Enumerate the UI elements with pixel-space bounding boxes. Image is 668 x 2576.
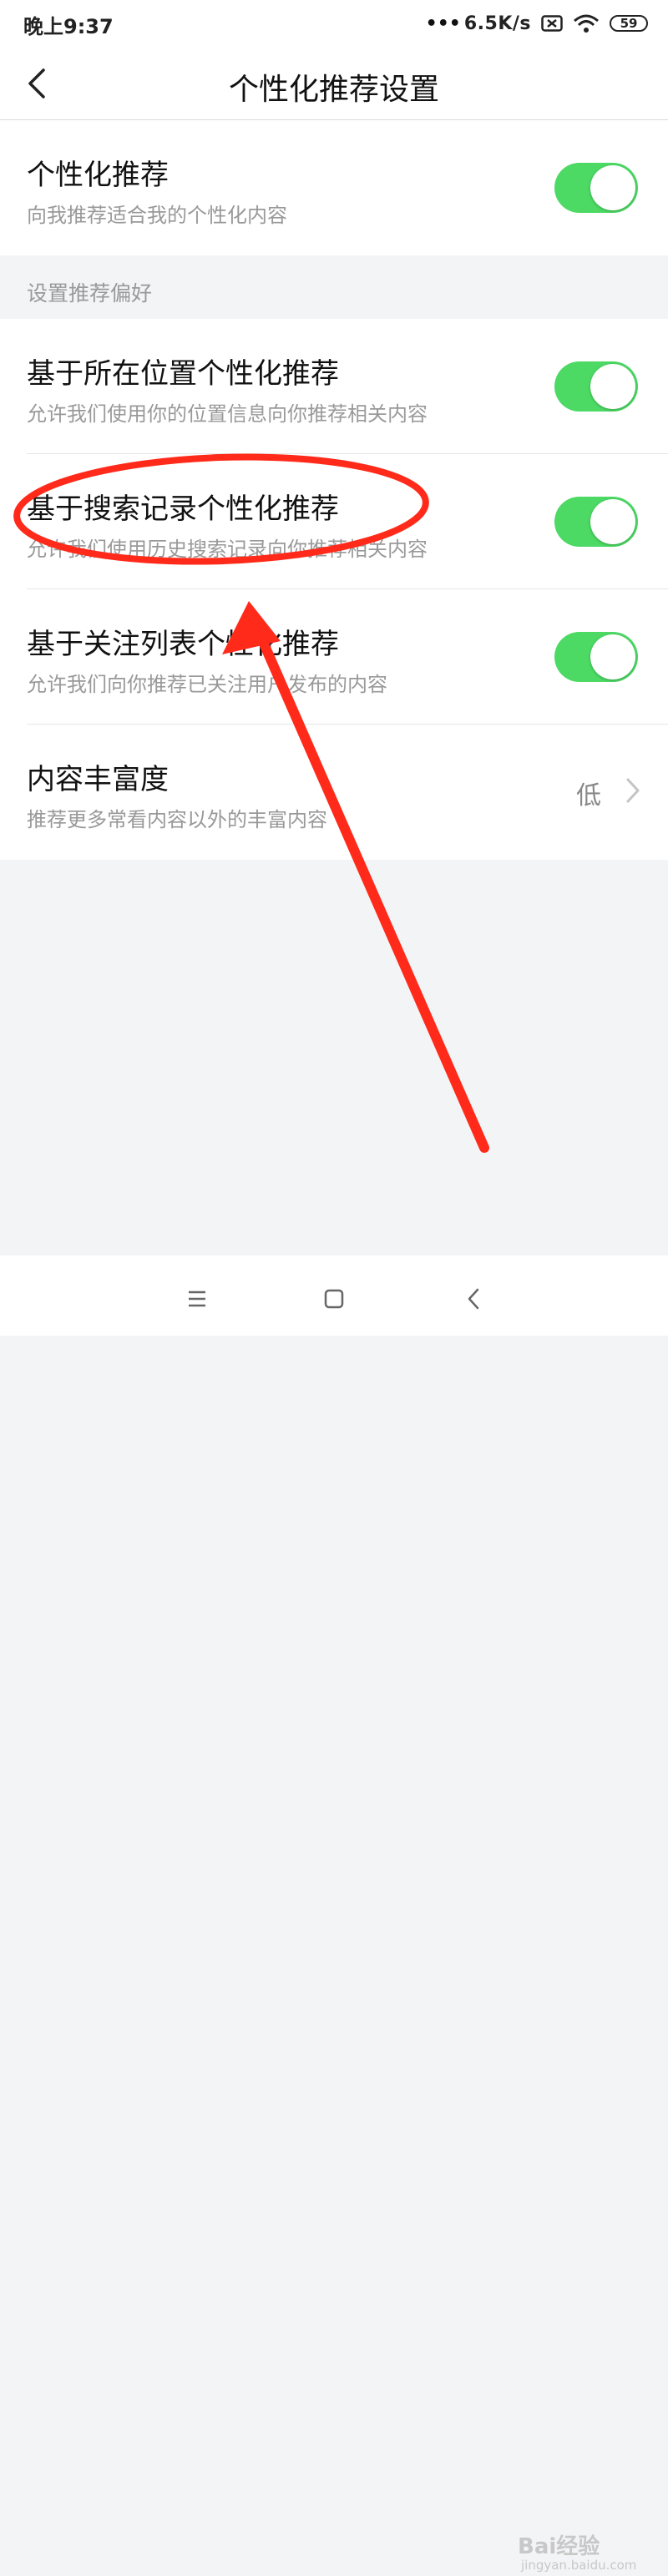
chevron-right-icon <box>626 778 640 803</box>
watermark-brand: Bai经验 <box>518 2534 600 2559</box>
toggle-knob <box>590 634 635 679</box>
location-toggle[interactable] <box>554 361 638 412</box>
menu-icon[interactable] <box>180 1282 214 1316</box>
wifi-icon <box>574 14 599 33</box>
battery-level: 59 <box>620 16 638 31</box>
setting-row-richness[interactable]: 内容丰富度 推荐更多常看内容以外的丰富内容 低 <box>0 725 668 860</box>
setting-subtitle: 向我推荐适合我的个性化内容 <box>27 204 287 227</box>
section-header: 设置推荐偏好 <box>0 255 668 319</box>
signal-dots-icon: ••• <box>425 13 461 34</box>
setting-row-following: 基于关注列表个性化推荐 允许我们向你推荐已关注用户发布的内容 <box>0 589 668 725</box>
system-nav-bar: Bai经验 jingyan.baidu.com <box>0 1255 668 2573</box>
status-indicators: ••• 6.5K/s 59 <box>426 8 648 38</box>
setting-subtitle: 推荐更多常看内容以外的丰富内容 <box>27 808 327 831</box>
setting-title: 基于搜索记录个性化推荐 <box>27 492 339 526</box>
toggle-knob <box>590 499 635 544</box>
sim-disabled-icon <box>541 15 563 32</box>
search-history-toggle[interactable] <box>554 497 638 547</box>
richness-value: 低 <box>576 781 601 811</box>
status-time: 晚上9:37 <box>23 15 114 38</box>
personalized-toggle[interactable] <box>554 163 638 213</box>
battery-icon: 59 <box>610 15 648 32</box>
setting-title: 个性化推荐 <box>27 159 169 192</box>
setting-subtitle: 允许我们使用历史搜索记录向你推荐相关内容 <box>27 538 428 561</box>
watermark-logo: Bai经验 jingyan.baidu.com <box>518 2529 637 2576</box>
network-speed: 6.5K/s <box>463 13 531 34</box>
setting-title: 基于关注列表个性化推荐 <box>27 628 339 661</box>
toggle-knob <box>590 364 635 409</box>
home-icon[interactable] <box>317 1282 351 1316</box>
status-bar: 晚上9:37 ••• 6.5K/s 59 <box>0 0 668 47</box>
app-header: 个性化推荐设置 <box>0 47 668 120</box>
setting-title: 内容丰富度 <box>27 763 169 796</box>
setting-subtitle: 允许我们向你推荐已关注用户发布的内容 <box>27 673 387 696</box>
setting-row-search-history: 基于搜索记录个性化推荐 允许我们使用历史搜索记录向你推荐相关内容 <box>0 454 668 589</box>
section-label: 设置推荐偏好 <box>27 281 153 306</box>
setting-row-location: 基于所在位置个性化推荐 允许我们使用你的位置信息向你推荐相关内容 <box>0 319 668 454</box>
toggle-knob <box>590 165 635 210</box>
setting-row-personalized: 个性化推荐 向我推荐适合我的个性化内容 <box>0 120 668 255</box>
nav-back-icon[interactable] <box>458 1282 491 1316</box>
watermark-url: jingyan.baidu.com <box>521 2558 637 2573</box>
following-toggle[interactable] <box>554 632 638 682</box>
setting-title: 基于所在位置个性化推荐 <box>27 357 339 391</box>
setting-subtitle: 允许我们使用你的位置信息向你推荐相关内容 <box>27 402 428 426</box>
page-title: 个性化推荐设置 <box>228 73 439 107</box>
